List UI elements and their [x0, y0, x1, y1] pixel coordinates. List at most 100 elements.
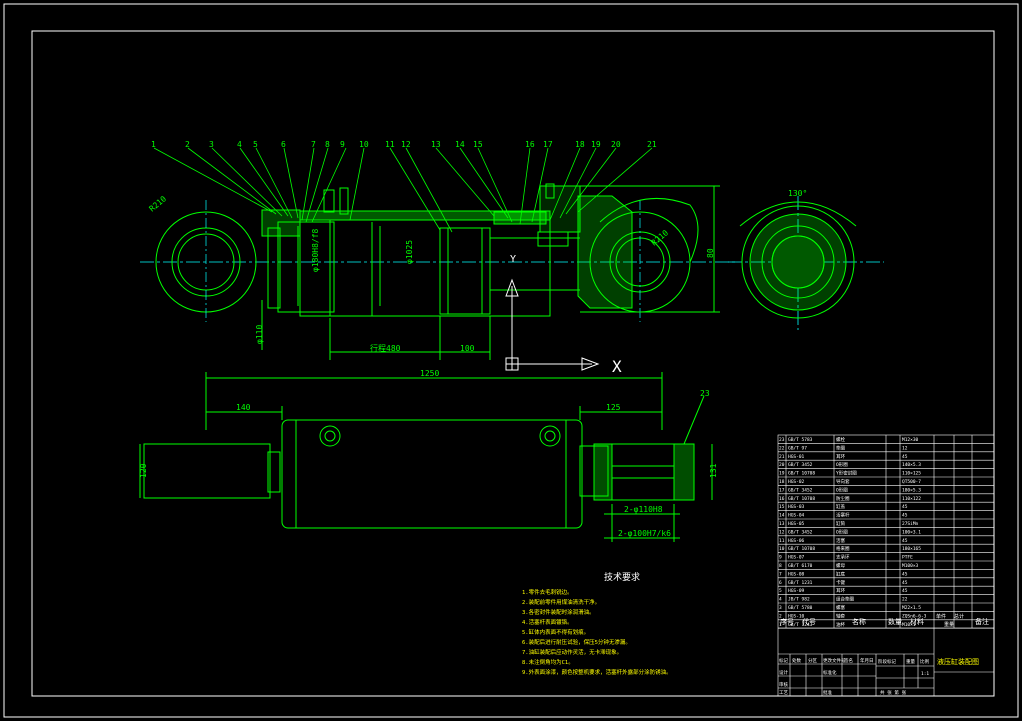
parts-cell: HGS-02 — [788, 479, 805, 485]
parts-cell: 螺栓 — [836, 436, 845, 443]
note-2: 2.装配前零件用煤油清洗干净。 — [522, 598, 600, 606]
parts-cell: 9 — [779, 555, 782, 561]
balloon-numbers: 1 2 3 4 5 6 7 8 9 10 11 12 13 14 15 16 1… — [151, 140, 657, 149]
parts-cell: 19 — [779, 471, 785, 477]
dim-phi-rod: φ110 — [255, 325, 264, 344]
parts-cell: 23 — [779, 437, 785, 443]
parts-cell: HGS-07 — [788, 555, 805, 561]
tb-sign: 签名 — [844, 657, 853, 664]
parts-cell: 17 — [779, 487, 785, 493]
balloon-18: 18 — [575, 140, 585, 149]
parts-cell: 45 — [902, 538, 908, 544]
parts-cell: 110×122 — [902, 496, 921, 502]
tb-scale-value: 1:1 — [921, 671, 929, 677]
drawing-title: 液压缸装配图 — [937, 657, 979, 666]
parts-cell: PTFE — [902, 555, 913, 561]
parts-list-table: 23 GB/T 5783 螺栓 M12×3022 GB/T 97 垫圈 1221 HGS-01… — [777, 434, 995, 697]
parts-cell: HGS-06 — [788, 538, 805, 544]
parts-cell: GB/T 10708 — [788, 496, 815, 502]
parts-cell: GB/T 3452 — [788, 529, 813, 535]
parts-cell: 轴套 — [836, 612, 845, 619]
end-view — [728, 196, 884, 330]
balloon-11: 11 — [385, 140, 395, 149]
sheet-outer-border — [3, 3, 1019, 718]
dim-120: 120 — [139, 463, 148, 478]
balloon-14: 14 — [455, 140, 465, 149]
parts-cell: 油杯 — [836, 621, 845, 628]
parts-cell: 45 — [902, 580, 908, 586]
parts-cell: JB/T 982 — [788, 597, 810, 603]
parts-cell: M22×1.5 — [902, 605, 921, 611]
dim-r-right: R210 — [650, 228, 671, 247]
parts-cell: 13 — [779, 521, 785, 527]
balloon-2: 2 — [185, 140, 190, 149]
note-6: 6.装配后进行耐压试验，保压5分钟无渗漏。 — [522, 638, 631, 646]
balloon-23: 23 — [700, 389, 710, 398]
parts-cell: 22 — [779, 445, 785, 451]
parts-cell: 螺塞 — [836, 604, 845, 611]
parts-cell: 活塞 — [836, 537, 845, 544]
dim-stroke: 行程480 — [370, 343, 401, 353]
balloon-12: 12 — [401, 140, 411, 149]
parts-cell: 22 — [902, 597, 908, 603]
note-1: 1.零件去毛刺锐边。 — [522, 588, 573, 596]
parts-cell: 180×5.3 — [902, 487, 921, 493]
balloon-1: 1 — [151, 140, 156, 149]
parts-cell: 导向套 — [836, 478, 850, 485]
hdr-unit-weight: 单件 — [936, 613, 946, 620]
parts-cell: 15 — [779, 504, 785, 510]
dim-r-left: R210 — [148, 194, 169, 213]
tb-date: 年月日 — [860, 657, 874, 664]
parts-cell: GB/T 6170 — [788, 563, 813, 569]
parts-cell: O形圈 — [836, 461, 848, 468]
external-view — [139, 372, 713, 542]
tb-design: 设计 — [779, 669, 788, 676]
balloon-6: 6 — [281, 140, 286, 149]
hdr-weight: 重量 — [944, 621, 954, 628]
parts-cell: 45 — [902, 571, 908, 577]
parts-cell: 支承环 — [836, 554, 850, 561]
main-section-view — [140, 183, 738, 360]
balloon-10: 10 — [359, 140, 369, 149]
hdr-remark: 备注 — [975, 617, 989, 626]
parts-cell: GB/T 97 — [788, 445, 807, 451]
parts-cell: Y形密封圈 — [836, 470, 857, 477]
parts-cell: GB/T 5780 — [788, 605, 813, 611]
parts-cell: O形圈 — [836, 528, 848, 535]
tb-mark: 标记 — [779, 657, 788, 664]
parts-cell: 5 — [779, 588, 782, 594]
dim-overall: 1250 — [420, 369, 439, 378]
parts-cell: 活塞杆 — [836, 512, 850, 519]
balloon-21: 21 — [647, 140, 657, 149]
parts-cell: GB/T 3452 — [788, 462, 813, 468]
parts-cell: HGS-08 — [788, 571, 805, 577]
tb-change-no: 更改文件号 — [823, 657, 846, 664]
balloon-20: 20 — [611, 140, 621, 149]
parts-cell: 6 — [779, 580, 782, 586]
parts-cell: 7 — [779, 571, 782, 577]
technical-notes: 技术要求 1.零件去毛刺锐边。 2.装配前零件用煤油清洗干净。 3.各密封件装配… — [522, 571, 672, 676]
balloon-7: 7 — [311, 140, 316, 149]
parts-cell: 11 — [779, 538, 785, 544]
balloon-16: 16 — [525, 140, 535, 149]
tb-zone: 分区 — [808, 657, 817, 664]
parts-cell: QT500-7 — [902, 479, 921, 485]
note-7: 7.油缸装配后应动作灵活，无卡滞现象。 — [522, 648, 622, 656]
tb-stage: 阶段标记 — [878, 658, 896, 665]
parts-cell: 110×125 — [902, 471, 921, 477]
balloon-9: 9 — [340, 140, 345, 149]
dim-140: 140 — [236, 403, 251, 412]
note-9: 9.外表面涂漆，颜色按整机要求，活塞杆外露部分涂防锈油。 — [522, 668, 672, 676]
external-view-dimensions: 1250 140 125 120 131 2-φ110H8 2-φ100H7/k… — [139, 369, 718, 538]
parts-cell: 缸筒 — [836, 520, 845, 527]
parts-cell: GB/T 5783 — [788, 437, 813, 443]
parts-cell: 16 — [779, 496, 785, 502]
note-4: 4.活塞杆表面镀铬。 — [522, 618, 573, 626]
dim-131: 131 — [709, 463, 718, 478]
parts-cell: 18 — [779, 479, 785, 485]
dim-bottom1: 2-φ110H8 — [624, 505, 663, 514]
parts-cell: GB/T 10708 — [788, 546, 815, 552]
balloon-8: 8 — [325, 140, 330, 149]
balloon-19: 19 — [591, 140, 601, 149]
parts-cell: HGS-01 — [788, 454, 805, 460]
